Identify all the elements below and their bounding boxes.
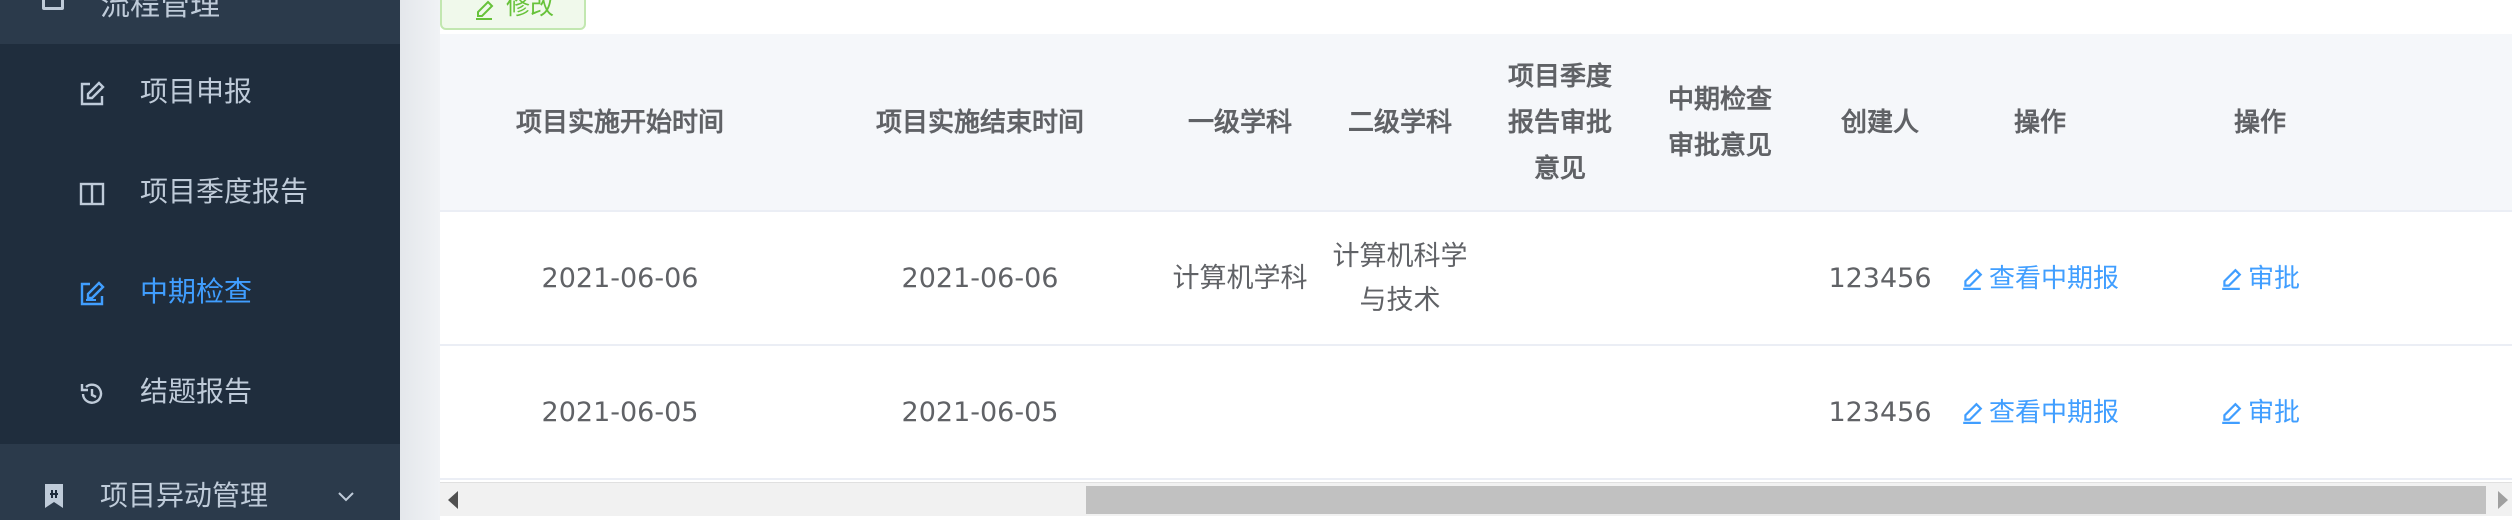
sidebar-item-label: 结题报告 [140,375,253,408]
edit-list-icon [78,280,106,308]
sidebar: 流程管理 项目申报 项目季度报告 中期检查 结题报告 项目异动管理 [0,0,400,520]
edit-icon [2222,268,2242,290]
sidebar-item-quarterly-report[interactable]: 项目季度报告 [0,144,400,244]
cell-end-time: 2021-06-06 [901,263,1059,294]
edit-icon [1963,402,1983,424]
sidebar-item-label: 项目季度报告 [140,175,309,208]
sidebar-item-label: 流程管理 [100,0,220,23]
cell-quarter-opinion [1500,346,1620,480]
column-header-creator: 创建人 [1840,108,1919,138]
scroll-right-arrow-icon[interactable] [2498,491,2508,509]
link-label: 审批 [2247,264,2300,294]
table-header: 项目实施开始时间 项目实施结束时间 一级学科 二级学科 项目季度报告审批意见 中… [440,34,2512,212]
chevron-down-icon [336,486,356,506]
approve-link[interactable]: 审批 [2220,391,2300,435]
cell-start-time: 2021-06-06 [541,263,699,294]
cell-subject-level2 [1330,346,1470,480]
column-header-quarter-opinion: 项目季度报告审批意见 [1507,62,1612,184]
column-header-end-time: 项目实施结束时间 [875,108,1084,138]
cell-end-time: 2021-06-05 [901,397,1059,428]
cell-start-time: 2021-06-05 [541,397,699,428]
link-label: 查看中期报 [1988,264,2119,294]
scrollbar-thumb[interactable] [1086,486,2486,514]
sidebar-group-project-change[interactable]: 项目异动管理 [0,444,400,520]
sidebar-shadow [400,0,440,520]
history-icon [78,380,106,408]
view-midterm-report-link[interactable]: 查看中期报 [1961,391,2119,435]
column-header-subject-level1: 一级学科 [1187,108,1292,138]
edit-button[interactable]: 修改 [440,0,586,30]
approve-link[interactable]: 审批 [2220,257,2300,301]
cell-subject-level1 [1170,346,1310,480]
cell-midterm-opinion [1660,212,1780,346]
sidebar-item-label: 项目申报 [140,75,253,108]
sidebar-item-process[interactable]: 流程管理 [0,0,400,44]
app-root: 流程管理 项目申报 项目季度报告 中期检查 结题报告 项目异动管理 修改 项目实… [0,0,2512,520]
cell-subject-level1: 计算机学科 [1172,263,1308,294]
edit-icon [1963,268,1983,290]
cell-subject-level2: 计算机科学与技术 [1332,241,1468,316]
sidebar-item-midterm-check[interactable]: 中期检查 [0,244,400,344]
cell-quarter-opinion [1500,212,1620,346]
edit-icon [474,0,494,20]
column-header-midterm-opinion: 中期检查审批意见 [1667,85,1772,161]
book-icon [78,180,106,208]
edit-button-label: 修改 [506,0,554,20]
cell-action-2: 审批 [2160,212,2360,346]
cell-action: 查看中期报 [1960,346,2120,480]
cell-action-2: 审批 [2160,346,2360,480]
sidebar-item-final-report[interactable]: 结题报告 [0,344,400,444]
column-header-action-2: 操作 [2233,108,2286,138]
scroll-left-arrow-icon[interactable] [448,491,458,509]
folder-icon [42,0,64,10]
sidebar-item-label: 中期检查 [140,275,253,308]
table-row: 2021-06-06 2021-06-06 计算机学科 计算机科学与技术 123… [440,212,2512,346]
cell-midterm-opinion [1660,346,1780,480]
column-header-action: 操作 [2013,108,2066,138]
cell-creator: 123456 [1828,397,1932,428]
sidebar-item-project-apply[interactable]: 项目申报 [0,44,400,144]
link-label: 审批 [2247,398,2300,428]
link-label: 查看中期报 [1988,398,2119,428]
sidebar-group-label: 项目异动管理 [100,479,269,512]
horizontal-scrollbar[interactable] [440,482,2512,516]
bookmark-icon [42,482,66,510]
table-row: 2021-06-05 2021-06-05 123456 查看中期报 审批 [440,346,2512,480]
edit-square-icon [78,80,106,108]
cell-creator: 123456 [1828,263,1932,294]
view-midterm-report-link[interactable]: 查看中期报 [1961,257,2119,301]
cell-action: 查看中期报 [1960,212,2120,346]
column-header-start-time: 项目实施开始时间 [515,108,724,138]
column-header-subject-level2: 二级学科 [1347,108,1452,138]
edit-icon [2222,402,2242,424]
